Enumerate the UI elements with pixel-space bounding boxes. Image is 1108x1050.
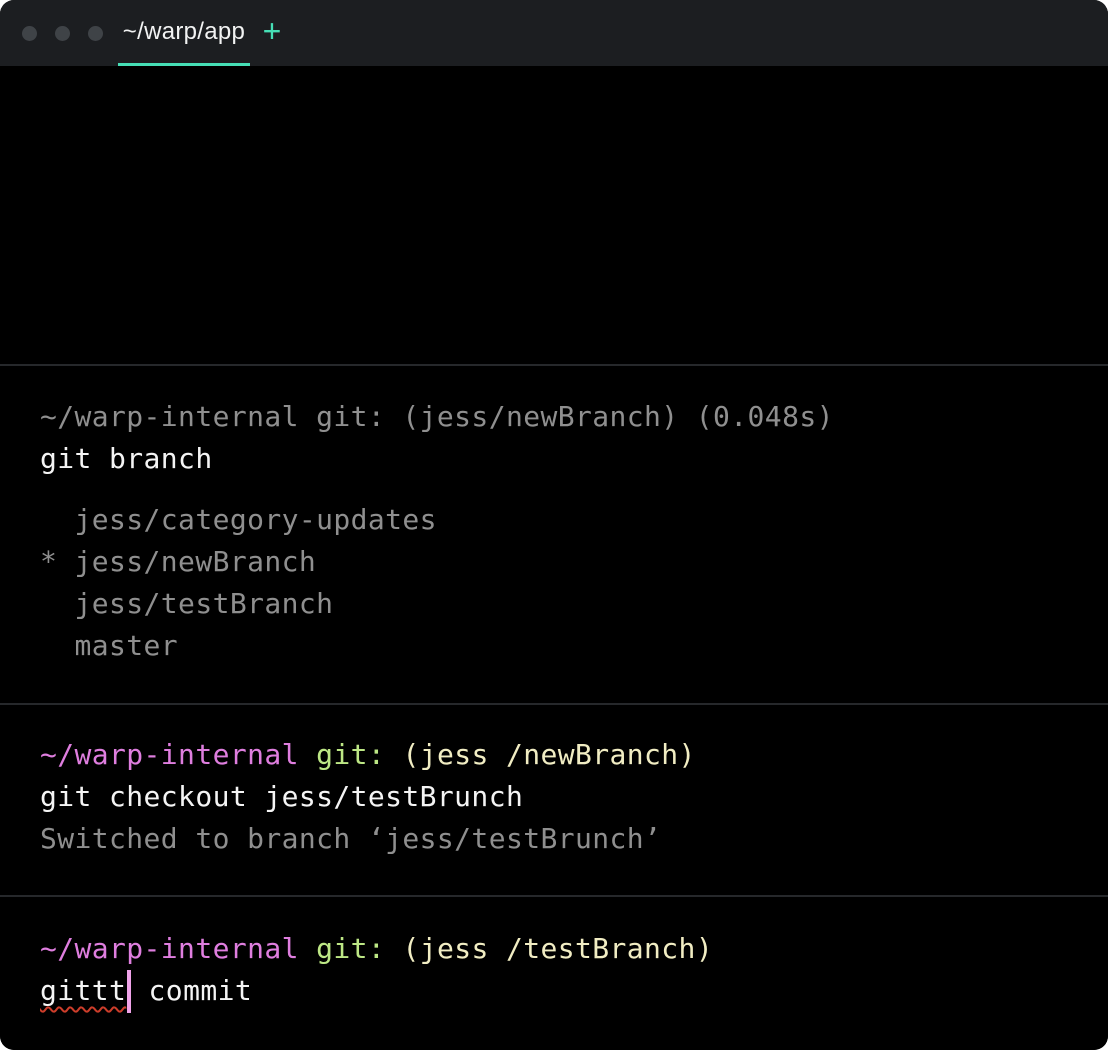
- command-output: jess/category-updates * jess/newBranch j…: [40, 499, 1108, 667]
- window-controls: [0, 0, 118, 66]
- tab-warp-app[interactable]: ~/warp/app: [118, 0, 250, 66]
- terminal-window: ~/warp/app + ~/warp-internal git: (jess/…: [0, 0, 1108, 1050]
- prompt-branch: (jess /newBranch): [402, 738, 695, 771]
- prompt-path: ~/warp-internal: [40, 738, 299, 771]
- prompt-line: ~/warp-internal git: (jess/newBranch) (0…: [40, 396, 1108, 438]
- command-input-line[interactable]: gittt commit: [40, 970, 1108, 1013]
- empty-scrollback-area: [0, 66, 1108, 364]
- command-input-rest: commit: [131, 974, 252, 1007]
- prompt-git-label: git:: [316, 932, 385, 965]
- branch-list-item: jess/testBranch: [40, 583, 1108, 625]
- command-block-current-input[interactable]: ~/warp-internal git: (jess /testBranch) …: [0, 897, 1108, 1050]
- branch-list-item-current: * jess/newBranch: [40, 541, 1108, 583]
- command-text: git branch: [40, 438, 1108, 480]
- branch-list-item: master: [40, 625, 1108, 667]
- branch-list-item: jess/category-updates: [40, 499, 1108, 541]
- window-close-dot[interactable]: [22, 26, 37, 41]
- prompt-path: ~/warp-internal: [40, 932, 299, 965]
- terminal-content: ~/warp-internal git: (jess/newBranch) (0…: [0, 66, 1108, 1050]
- prompt-git-label: git:: [316, 738, 385, 771]
- window-minimize-dot[interactable]: [55, 26, 70, 41]
- window-zoom-dot[interactable]: [88, 26, 103, 41]
- command-output: Switched to branch ‘jess/testBrunch’: [40, 818, 1108, 860]
- new-tab-button[interactable]: +: [250, 0, 294, 66]
- prompt-line: ~/warp-internal git: (jess /newBranch): [40, 734, 1108, 776]
- command-block-git-checkout[interactable]: ~/warp-internal git: (jess /newBranch) g…: [0, 705, 1108, 895]
- command-block-git-branch[interactable]: ~/warp-internal git: (jess/newBranch) (0…: [0, 366, 1108, 703]
- titlebar: ~/warp/app +: [0, 0, 1108, 66]
- prompt-branch: (jess /testBranch): [402, 932, 713, 965]
- misspelled-word: gittt: [40, 974, 126, 1007]
- tab-label: ~/warp/app: [123, 18, 245, 46]
- command-text: git checkout jess/testBrunch: [40, 776, 1108, 818]
- prompt-line: ~/warp-internal git: (jess /testBranch): [40, 928, 1108, 970]
